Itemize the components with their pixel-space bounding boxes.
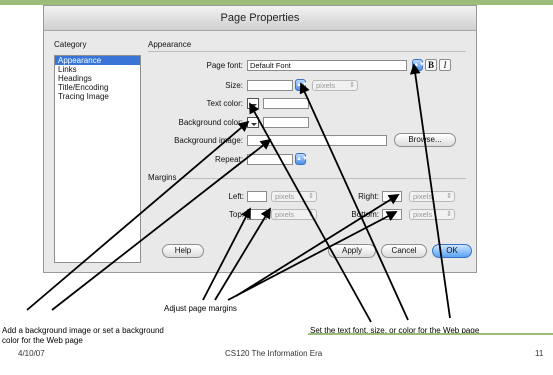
footer-page-number: 11: [535, 349, 544, 358]
footer-date: 4/10/07: [18, 349, 45, 358]
arrow-to-bottom-margin: [227, 211, 398, 301]
arrow-to-size: [299, 82, 409, 321]
arrow-to-page-font: [409, 63, 451, 319]
footer-divider: [308, 333, 553, 335]
annotation-margins: Adjust page margins: [164, 304, 237, 313]
arrow-to-background-image: [51, 138, 272, 311]
arrow-to-background-color: [26, 120, 250, 311]
annotation-background: Add a background image or set a backgrou…: [2, 326, 164, 345]
footer-course: CS120 The Information Era: [225, 349, 323, 358]
callout-arrows: [26, 63, 451, 323]
